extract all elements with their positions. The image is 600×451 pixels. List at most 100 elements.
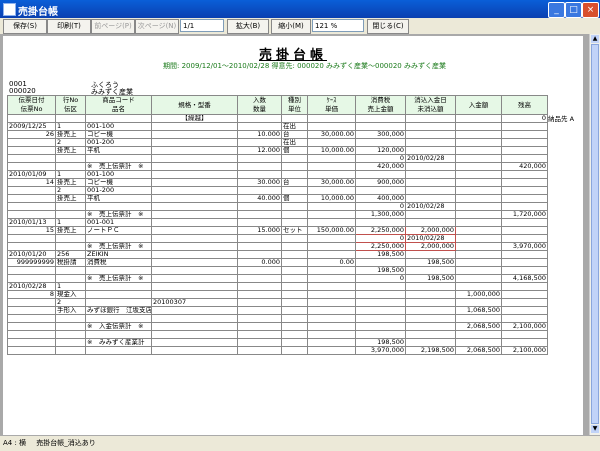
cell-bal	[501, 138, 548, 147]
minimize-button[interactable]: _	[548, 2, 565, 18]
cell-code: ※ 売上伝票計 ※	[85, 162, 152, 171]
cell-d: 2010/02/28	[7, 282, 56, 291]
cell-spec	[151, 218, 238, 227]
cell-dep	[455, 338, 502, 347]
close-button[interactable]: 閉じる(C)	[367, 19, 409, 34]
cell-unp	[405, 130, 456, 139]
table-row: 2010/01/13 1 001-001	[7, 218, 548, 227]
cell-spec	[151, 322, 238, 331]
cell-dep	[455, 298, 502, 307]
cell-dep	[455, 122, 502, 131]
cell-n	[55, 322, 86, 331]
cell-bal	[501, 178, 548, 187]
col-qty: 入数 数量	[237, 95, 282, 115]
cell-d: 15	[7, 226, 56, 235]
cell-unp	[405, 186, 456, 195]
table-row: 999999999 税掛請 消費税 0.000 0.00 198,500	[7, 258, 548, 267]
scroll-down-icon[interactable]: ▼	[591, 425, 599, 433]
cell-spec	[151, 162, 238, 171]
cell-amt	[355, 258, 406, 267]
cell-bal	[501, 226, 548, 235]
cell-code: みずほ銀行 江坂支店 当座	[85, 306, 152, 315]
save-button[interactable]: 保存(S)	[3, 19, 47, 34]
table-row: 14 掛売上 コピー機 30.000 台 30,000.00 900,000	[7, 178, 548, 187]
cell-price	[307, 234, 356, 243]
cell-code	[85, 330, 152, 339]
zoom-in-button[interactable]: 拡大(B)	[227, 19, 269, 34]
scroll-up-icon[interactable]: ▲	[591, 35, 599, 43]
cell-d	[7, 146, 56, 155]
title-bar: 売掛台帳 _ □ ×	[0, 0, 600, 18]
cell-amt	[355, 298, 406, 307]
zoom-select[interactable]: 121 %	[312, 19, 364, 32]
window-title: 売掛台帳	[18, 7, 58, 18]
cell-bal	[501, 314, 548, 323]
cell-dep	[455, 170, 502, 179]
cell-d	[7, 346, 56, 355]
cell-code: 001-200	[85, 186, 152, 195]
cell-qty	[237, 122, 282, 131]
cell-n: 掛売上	[55, 178, 86, 187]
cell-amt	[355, 322, 406, 331]
cell-bal	[501, 202, 548, 211]
zoom-out-button[interactable]: 縮小(M)	[271, 19, 311, 34]
cell-unp	[405, 146, 456, 155]
cell-code	[85, 298, 152, 307]
cell-qty	[237, 338, 282, 347]
scroll-thumb[interactable]	[591, 44, 599, 424]
cell-amt: 198,500	[355, 250, 406, 259]
table-row: 手形入みずほ銀行 江坂支店 当座 1,068,500	[7, 306, 548, 315]
cell-bal: 0	[501, 114, 548, 123]
cell-n	[55, 154, 86, 163]
cell-qty	[237, 162, 282, 171]
cell-amt	[355, 170, 406, 179]
cell-bal: 1,720,000	[501, 210, 548, 219]
cell-unit	[281, 266, 308, 275]
maximize-button[interactable]: □	[565, 2, 582, 18]
cell-unit: 個	[281, 194, 308, 203]
cell-spec: 20100307	[151, 298, 238, 307]
cell-price	[307, 154, 356, 163]
vertical-scrollbar[interactable]: ▲ ▼	[589, 34, 600, 435]
cell-dep	[455, 314, 502, 323]
cell-spec	[151, 138, 238, 147]
cell-code: 001-200	[85, 138, 152, 147]
cell-amt: 0	[355, 202, 406, 211]
cell-price	[307, 202, 356, 211]
cell-unp	[405, 138, 456, 147]
cell-n	[55, 346, 86, 355]
cell-qty	[237, 186, 282, 195]
table-row	[7, 330, 548, 339]
cell-price	[307, 138, 356, 147]
close-window-button[interactable]: ×	[582, 2, 599, 18]
cell-code: コピー機	[85, 178, 152, 187]
cell-spec	[151, 122, 238, 131]
cell-price	[307, 306, 356, 315]
table-row: 0 2010/02/28	[7, 202, 548, 211]
cell-bal	[501, 266, 548, 275]
cell-price: 0.00	[307, 258, 356, 267]
cell-dep	[455, 282, 502, 291]
cell-qty: 15.000	[237, 226, 282, 235]
cell-qty	[237, 282, 282, 291]
cell-qty	[237, 114, 282, 123]
customer-code-2: 000020	[9, 87, 36, 95]
cell-amt: 198,500	[355, 338, 406, 347]
page-field[interactable]: 1/1	[180, 19, 224, 32]
cell-unp: 198,500	[405, 258, 456, 267]
cell-price	[307, 330, 356, 339]
next-page-button[interactable]: 次ページ(N)	[135, 19, 179, 34]
prev-page-button[interactable]: 前ページ(P)	[91, 19, 135, 34]
cell-dep	[455, 330, 502, 339]
cell-unit	[281, 154, 308, 163]
report-period: 期間: 2009/12/01～2010/02/28 得意先: 000020 みみ…	[163, 62, 446, 70]
print-button[interactable]: 印刷(T)	[47, 19, 91, 34]
cell-n: 2	[55, 138, 86, 147]
cell-price	[307, 186, 356, 195]
cell-qty	[237, 234, 282, 243]
cell-dep	[455, 274, 502, 283]
table-row: 15 掛売上 ノートＰＣ 15.000 セット 150,000.00 2,250,000 2,…	[7, 226, 548, 235]
cell-unp: 2,000,000	[405, 242, 456, 251]
cell-dep	[455, 178, 502, 187]
cell-d	[7, 154, 56, 163]
